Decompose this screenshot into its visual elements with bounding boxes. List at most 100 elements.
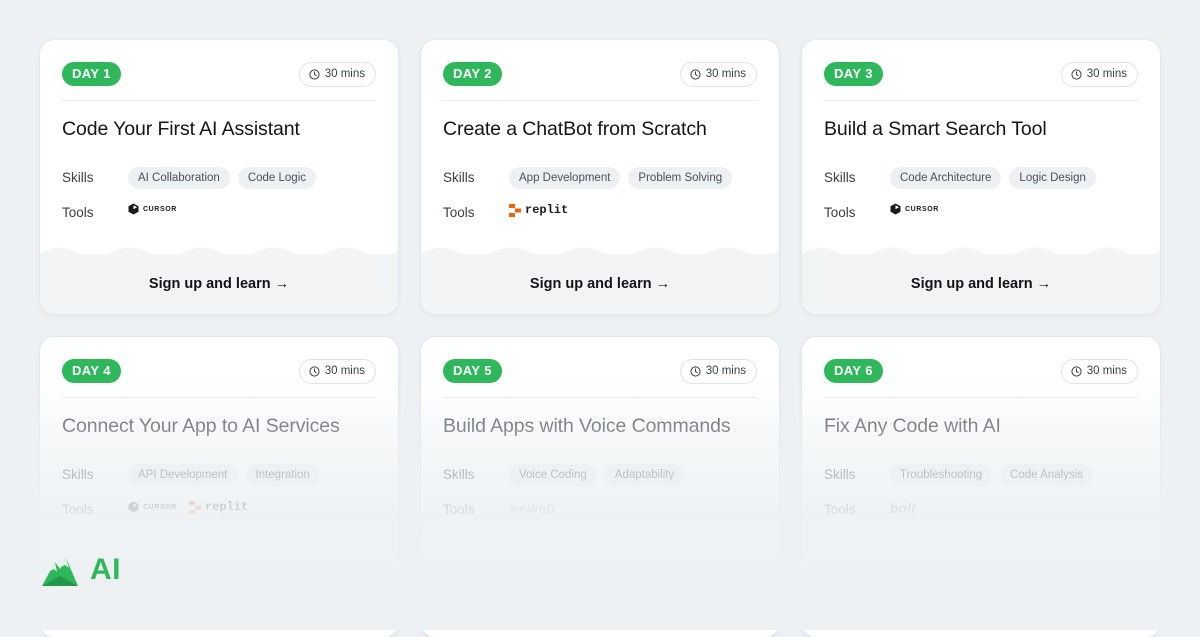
clock-icon: [1071, 366, 1082, 377]
skill-pill: API Development: [128, 464, 238, 486]
course-card-day-2[interactable]: DAY 2 30 mins Create a ChatBot from Scra…: [421, 40, 779, 314]
duration-text: 30 mins: [324, 365, 365, 377]
signup-strip[interactable]: Sign up and learn →: [40, 247, 398, 314]
replit-logo: replit: [188, 500, 249, 514]
duration-badge: 30 mins: [679, 359, 757, 384]
brand-logo: AI: [40, 552, 121, 588]
duration-badge: 30 mins: [1060, 62, 1138, 87]
day-badge: DAY 3: [824, 62, 883, 86]
tools-label: Tools: [824, 502, 856, 517]
tools-label: Tools: [62, 502, 94, 517]
skill-pill: AI Collaboration: [128, 167, 230, 189]
wave-edge: [40, 247, 398, 256]
signup-button[interactable]: Sign up and learn →: [802, 276, 1160, 292]
skills-list: API Development Integration: [128, 464, 320, 486]
clock-icon: [309, 69, 320, 80]
divider: [62, 100, 376, 101]
tools-list: CURSOR: [128, 203, 177, 215]
skills-list: Voice Coding Adaptability: [509, 464, 685, 486]
skills-label: Skills: [62, 467, 94, 482]
arrow-right-icon: →: [274, 276, 290, 292]
tools-list: CURSOR replit: [128, 500, 248, 514]
tools-label: Tools: [824, 205, 856, 220]
day-badge: DAY 2: [443, 62, 502, 86]
cta-label: Sign up and learn: [148, 276, 271, 292]
wave-edge: [421, 247, 779, 256]
arrow-right-icon: →: [1036, 276, 1052, 292]
tool-name: CURSOR: [143, 503, 177, 511]
divider: [824, 397, 1138, 398]
tools-list: replit: [509, 203, 568, 217]
tools-label: Tools: [443, 502, 475, 517]
bolt-logo: bolt: [890, 500, 916, 516]
cursor-logo: CURSOR: [890, 203, 939, 215]
tools-list: weweb: [509, 500, 555, 516]
signup-button[interactable]: Sign up and learn →: [421, 276, 779, 292]
skills-label: Skills: [443, 170, 475, 185]
divider: [62, 397, 376, 398]
replit-icon: [509, 203, 521, 217]
mountain-logo-icon: [42, 558, 78, 586]
skills-label: Skills: [62, 170, 94, 185]
day-badge: DAY 1: [62, 62, 121, 86]
card-title: Create a ChatBot from Scratch: [443, 118, 707, 140]
course-card-day-5[interactable]: DAY 5 30 mins Build Apps with Voice Comm…: [421, 337, 779, 637]
skills-list: Code Architecture Logic Design: [890, 167, 1096, 189]
arrow-right-icon: →: [655, 276, 671, 292]
cta-label: Sign up and learn: [910, 276, 1033, 292]
tool-name: CURSOR: [143, 205, 177, 213]
skill-pill: Troubleshooting: [890, 464, 993, 486]
duration-badge: 30 mins: [1060, 359, 1138, 384]
skills-list: App Development Problem Solving: [509, 167, 733, 189]
card-title: Build Apps with Voice Commands: [443, 415, 731, 437]
skill-pill: Voice Coding: [509, 464, 597, 486]
tool-name: replit: [204, 500, 249, 514]
skills-label: Skills: [824, 170, 856, 185]
course-card-day-4[interactable]: DAY 4 30 mins Connect Your App to AI Ser…: [40, 337, 398, 637]
cursor-logo: CURSOR: [128, 203, 177, 215]
clock-icon: [1071, 69, 1082, 80]
duration-badge: 30 mins: [679, 62, 757, 87]
tool-name: replit: [525, 203, 569, 217]
brand-text: AI: [90, 553, 121, 586]
divider: [443, 100, 757, 101]
signup-strip[interactable]: Sign up and learn →: [421, 247, 779, 314]
tool-name: CURSOR: [905, 205, 939, 213]
duration-text: 30 mins: [324, 68, 365, 80]
cursor-icon: [128, 501, 139, 513]
replit-logo: replit: [509, 203, 568, 217]
cta-label: Sign up and learn: [529, 276, 652, 292]
card-title: Connect Your App to AI Services: [62, 415, 340, 437]
skill-pill: App Development: [509, 167, 621, 189]
skills-label: Skills: [824, 467, 856, 482]
wave-edge: [802, 247, 1160, 256]
skill-pill: Problem Solving: [628, 167, 733, 189]
skill-pill: Code Logic: [237, 167, 317, 189]
signup-strip[interactable]: Sign up and learn →: [802, 247, 1160, 314]
course-card-day-3[interactable]: DAY 3 30 mins Build a Smart Search Tool …: [802, 40, 1160, 314]
weweb-logo: weweb: [509, 500, 556, 516]
skills-list: AI Collaboration Code Logic: [128, 167, 317, 189]
course-card-day-6[interactable]: DAY 6 30 mins Fix Any Code with AI Skill…: [802, 337, 1160, 637]
day-badge: DAY 6: [824, 359, 883, 383]
skill-pill: Code Architecture: [890, 167, 1002, 189]
card-title: Code Your First AI Assistant: [62, 118, 300, 140]
tools-label: Tools: [62, 205, 94, 220]
course-card-day-1[interactable]: DAY 1 30 mins Code Your First AI Assista…: [40, 40, 398, 314]
cursor-icon: [128, 203, 139, 215]
day-badge: DAY 5: [443, 359, 502, 383]
duration-badge: 30 mins: [298, 62, 376, 87]
tools-label: Tools: [443, 205, 475, 220]
divider: [824, 100, 1138, 101]
skill-pill: Code Analysis: [1000, 464, 1093, 486]
signup-button[interactable]: Sign up and learn →: [40, 276, 398, 292]
skill-pill: Logic Design: [1009, 167, 1096, 189]
clock-icon: [690, 69, 701, 80]
duration-text: 30 mins: [705, 68, 746, 80]
skills-list: Troubleshooting Code Analysis: [890, 464, 1093, 486]
duration-text: 30 mins: [1086, 68, 1127, 80]
duration-badge: 30 mins: [298, 359, 376, 384]
duration-text: 30 mins: [705, 365, 746, 377]
clock-icon: [309, 366, 320, 377]
skill-pill: Adaptability: [604, 464, 685, 486]
